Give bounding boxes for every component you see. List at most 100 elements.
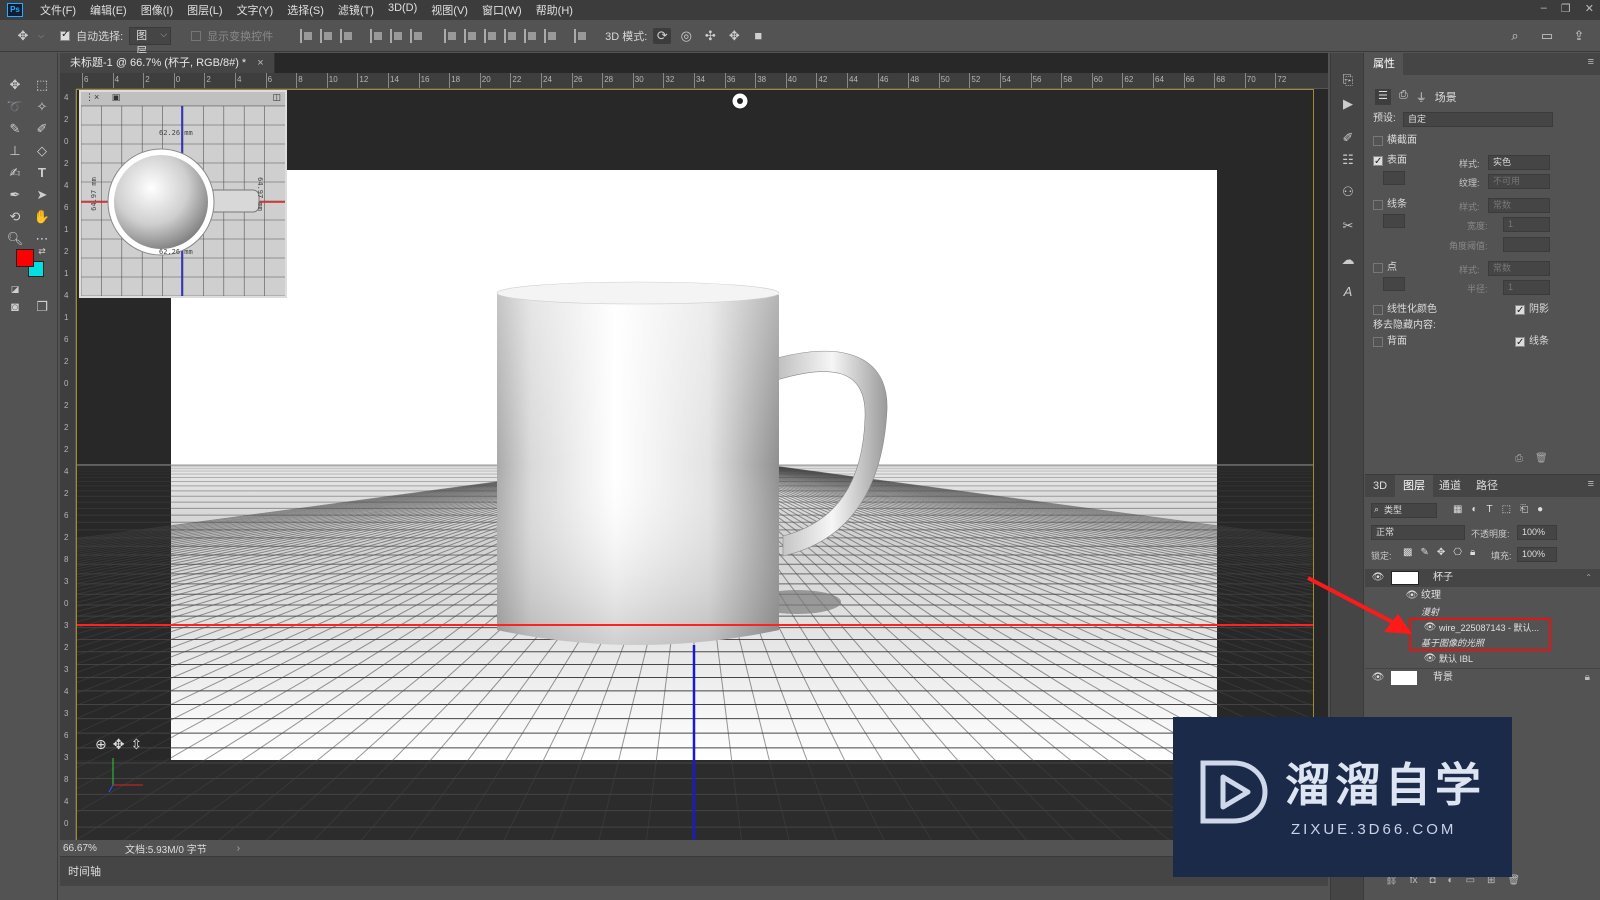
rotate-view-icon[interactable]: ⟲ (4, 207, 26, 227)
align-top-icon[interactable] (300, 28, 314, 43)
collapse-chevron-icon[interactable]: ⌃ (1585, 569, 1592, 587)
minimize-icon[interactable]: – (1541, 2, 1547, 15)
align-left-icon[interactable] (370, 28, 384, 43)
orbit-camera-icon[interactable]: ⊕ (95, 736, 107, 753)
menu-item-5[interactable]: 选择(S) (280, 2, 331, 18)
screen-mode-icon[interactable]: ❐ (31, 297, 53, 317)
distribute-hcenter-icon[interactable] (524, 28, 538, 43)
trash-icon[interactable]: 🗑︎ (1535, 453, 1548, 464)
surface-color-swatch[interactable] (1383, 171, 1405, 185)
clone-source-icon[interactable]: ⚇ (1339, 183, 1357, 201)
menu-item-0[interactable]: 文件(F) (33, 2, 83, 18)
filter-adjustment-icon[interactable]: ◐ (1471, 504, 1477, 515)
opacity-field[interactable]: 100% (1517, 525, 1557, 540)
quick-mask-icon[interactable]: ◙ (4, 297, 26, 317)
reset-colors-icon[interactable]: ◪ (4, 279, 26, 299)
restore-icon[interactable]: ❐ (1561, 2, 1571, 15)
auto-select-dropdown[interactable]: 图层 (129, 26, 172, 58)
lines-checkbox[interactable] (1373, 200, 1383, 210)
eyedropper-icon[interactable]: ✎ (4, 119, 26, 139)
lock-position-icon[interactable]: ✥ (1437, 547, 1445, 558)
lines-style-dropdown[interactable]: 常数 (1488, 198, 1550, 213)
layer-filter-dropdown[interactable]: 类型 (1371, 503, 1437, 518)
lock-pixels-icon[interactable]: ▩ (1403, 547, 1412, 558)
blur-tool-icon[interactable]: ✍ (4, 163, 26, 183)
dolly-camera-icon[interactable]: ⇳ (130, 736, 142, 753)
status-menu-arrow-icon[interactable]: › (237, 843, 240, 854)
actions-play-icon[interactable]: ▶ (1339, 95, 1357, 113)
slide-3d-icon[interactable]: ✥ (725, 28, 743, 44)
distribute-vcenter-icon[interactable] (464, 28, 478, 43)
points-style-dropdown[interactable]: 常数 (1488, 261, 1550, 276)
swap-view-icon[interactable]: ◫ (272, 92, 281, 103)
type-tool-icon[interactable]: T (31, 163, 53, 183)
show-transform-checkbox[interactable] (191, 30, 202, 41)
lines-color-swatch[interactable] (1383, 214, 1405, 228)
lasso-tool-icon[interactable]: ➰ (4, 97, 26, 117)
horizontal-ruler[interactable]: 6 4 2 0 2 4 6 8 10 12 14 16 18 20 22 24 26 28 30 32 34 36 38 40… (76, 73, 1328, 89)
view-select-icon[interactable]: ▣ (112, 92, 121, 102)
timeline-tab[interactable]: 时间轴 (68, 863, 101, 879)
auto-align-icon[interactable] (574, 28, 588, 43)
move-tool-icon[interactable]: ✥ (14, 28, 32, 44)
workspace-icon[interactable]: ▭ (1538, 28, 1556, 44)
menu-item-9[interactable]: 窗口(W) (475, 2, 529, 18)
pen-tool-icon[interactable]: ✒ (4, 185, 26, 205)
camera-3d-icon[interactable]: ■ (749, 28, 767, 43)
path-select-icon[interactable]: ➤ (31, 185, 53, 205)
menu-item-10[interactable]: 帮助(H) (529, 2, 580, 18)
blend-mode-dropdown[interactable]: 正常 (1371, 525, 1465, 540)
eraser-tool-icon[interactable]: ◇ (31, 141, 53, 161)
marquee-tool-icon[interactable]: ⬚ (31, 75, 53, 95)
preset-dropdown[interactable]: 自定 (1403, 112, 1553, 127)
tab-channels[interactable]: 通道 (1431, 475, 1469, 497)
chevron-down-icon[interactable]: ⌵ (38, 31, 44, 41)
tab-3d[interactable]: 3D (1365, 475, 1395, 497)
drag-3d-icon[interactable]: ✣ (701, 28, 719, 44)
cross-section-checkbox[interactable] (1373, 136, 1383, 146)
filter-smart-icon[interactable]: ⎗ (1520, 504, 1528, 515)
menu-item-8[interactable]: 视图(V) (424, 2, 475, 18)
linearize-checkbox[interactable] (1373, 305, 1383, 315)
surface-checkbox[interactable] (1373, 154, 1383, 170)
lines-width-field[interactable]: 1 (1503, 217, 1550, 232)
properties-tab[interactable]: 属性 (1365, 53, 1403, 75)
menu-item-4[interactable]: 文字(Y) (230, 2, 281, 18)
shadow-catcher-icon[interactable]: ⏚ (1416, 89, 1427, 105)
roll-3d-icon[interactable]: ◎ (677, 28, 695, 44)
history-icon[interactable]: ⎘ (1339, 71, 1357, 89)
hand-tool-icon[interactable]: ✋ (31, 207, 53, 227)
menu-item-1[interactable]: 编辑(E) (83, 2, 134, 18)
brush-tool-icon[interactable]: ✐ (31, 119, 53, 139)
visibility-eye-icon[interactable]: 👁︎ (1371, 669, 1385, 687)
lock-artboard-icon[interactable]: ⎔ (1453, 547, 1462, 558)
magic-wand-icon[interactable]: ✧ (31, 97, 53, 117)
lock-all-icon[interactable]: 🔒︎ (1470, 547, 1475, 558)
search-icon[interactable]: ⌕ (1506, 28, 1524, 44)
menu-item-6[interactable]: 滤镜(T) (331, 2, 381, 18)
surface-texture-dropdown[interactable]: 不可用 (1488, 174, 1550, 189)
stamp-tool-icon[interactable]: ⊥ (4, 141, 26, 161)
glyphs-icon[interactable]: A (1339, 283, 1357, 301)
align-vcenter-icon[interactable] (320, 28, 334, 43)
points-checkbox[interactable] (1373, 263, 1383, 273)
align-bottom-icon[interactable] (340, 28, 354, 43)
distribute-left-icon[interactable] (504, 28, 518, 43)
lines-angle-field[interactable] (1503, 237, 1550, 252)
fill-field[interactable]: 100% (1517, 547, 1557, 562)
close-tab-icon[interactable]: × (257, 57, 263, 69)
layer-row-background[interactable]: 👁︎ 背景 🔒︎ (1365, 668, 1600, 686)
canvas[interactable]: ⊕ ✥ ⇳ ⋮× ▣ ◫ 62.26 mm 62.26 mm 64.97 mm … (76, 89, 1314, 843)
close-window-icon[interactable]: ✕ (1585, 2, 1594, 15)
pan-camera-icon[interactable]: ✥ (113, 736, 125, 753)
filter-toggle-icon[interactable]: ● (1537, 504, 1543, 515)
shadow-checkbox[interactable] (1515, 303, 1525, 319)
tool-presets-icon[interactable]: ✂ (1339, 217, 1357, 235)
surface-style-dropdown[interactable]: 实色 (1488, 155, 1550, 170)
filter-shape-icon[interactable]: ⬚ (1502, 504, 1511, 515)
align-hcenter-icon[interactable] (390, 28, 404, 43)
adjustments-icon[interactable]: ☷ (1339, 151, 1357, 169)
tab-layers[interactable]: 图层 (1395, 475, 1433, 497)
filter-type-icon[interactable]: T (1487, 504, 1493, 515)
points-radius-field[interactable]: 1 (1503, 280, 1550, 295)
